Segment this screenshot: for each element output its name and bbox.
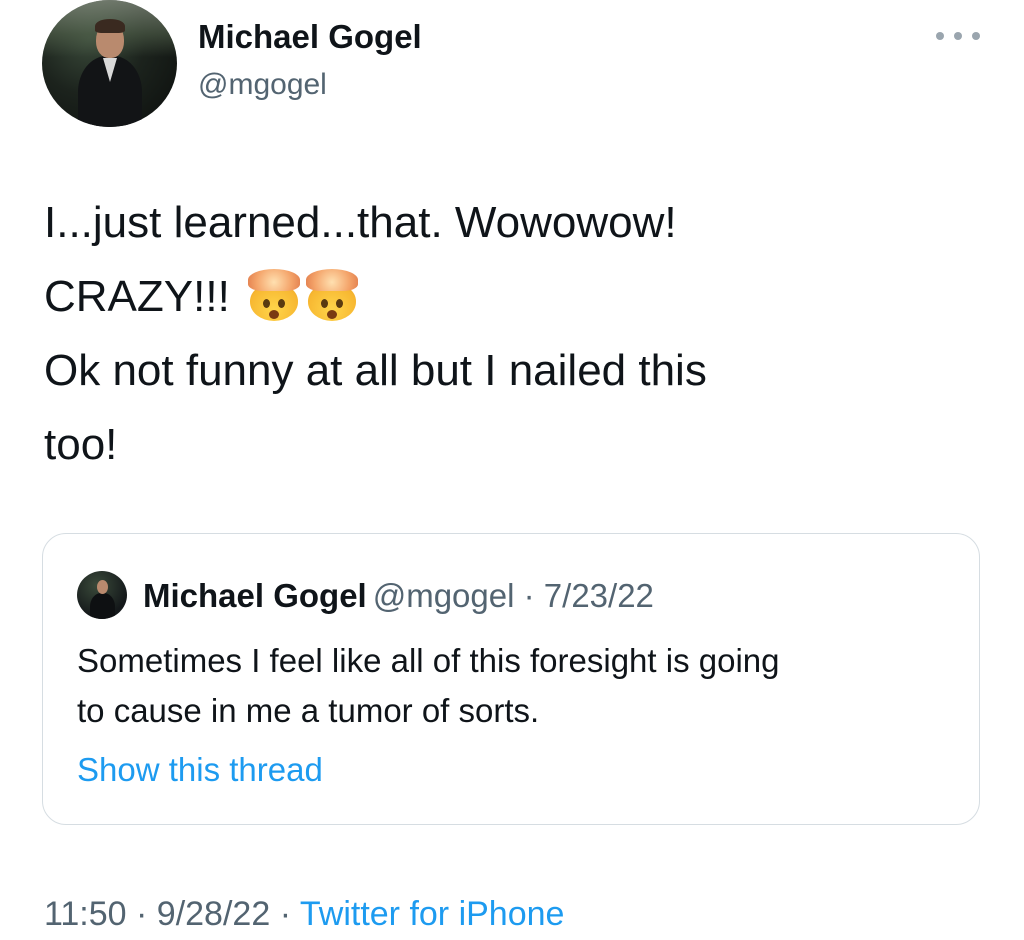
tweet-date[interactable]: 9/28/22 — [157, 895, 270, 933]
avatar-head — [97, 580, 108, 594]
author-name[interactable]: Michael Gogel — [198, 18, 422, 56]
separator-dot: · — [523, 577, 535, 614]
exploding-head-icon — [306, 269, 359, 321]
more-dot — [972, 32, 980, 40]
quoted-tweet-text-line: to cause in me a tumor of sorts. — [77, 692, 540, 729]
tweet-source-link[interactable]: Twitter for iPhone — [300, 895, 565, 933]
quoted-tweet-text: Sometimes I feel like all of this foresi… — [77, 636, 957, 736]
exploding-head-icon — [248, 269, 301, 321]
author-avatar[interactable] — [42, 0, 177, 127]
tweet-text-line-with-emoji: CRAZY!!! — [44, 260, 944, 334]
tweet: Michael Gogel @mgogel I...just learned..… — [0, 0, 1024, 940]
show-thread-link[interactable]: Show this thread — [77, 751, 323, 789]
avatar-suit — [90, 593, 115, 619]
tweet-time[interactable]: 11:50 — [44, 895, 127, 933]
avatar-hair — [95, 19, 125, 33]
quoted-tweet-text-line: Sometimes I feel like all of this foresi… — [77, 642, 780, 679]
tweet-text-line: I...just learned...that. Wowowow! — [44, 198, 677, 247]
tweet-meta: 11:50 · 9/28/22 · Twitter for iPhone — [44, 894, 564, 934]
separator-dot: · — [279, 895, 292, 933]
more-dot — [936, 32, 944, 40]
tweet-text-line: Ok not funny at all but I nailed this — [44, 346, 707, 395]
quoted-author-name: Michael Gogel — [143, 577, 367, 614]
more-horizontal-icon[interactable] — [936, 28, 980, 44]
quoted-author-avatar — [77, 571, 127, 619]
quoted-tweet-header: Michael Gogel @mgogel · 7/23/22 — [143, 576, 654, 616]
tweet-text-line: too! — [44, 420, 118, 469]
quoted-author-handle: @mgogel — [372, 577, 515, 614]
author-handle[interactable]: @mgogel — [198, 68, 327, 102]
separator-dot: · — [136, 895, 148, 933]
more-dot — [954, 32, 962, 40]
quoted-tweet-date: 7/23/22 — [543, 577, 654, 614]
quoted-tweet-card[interactable]: Michael Gogel @mgogel · 7/23/22 Sometimes… — [42, 533, 980, 825]
tweet-text: I...just learned...that. Wowowow! CRAZY!… — [44, 186, 944, 482]
tweet-text-line: CRAZY!!! — [44, 272, 230, 321]
